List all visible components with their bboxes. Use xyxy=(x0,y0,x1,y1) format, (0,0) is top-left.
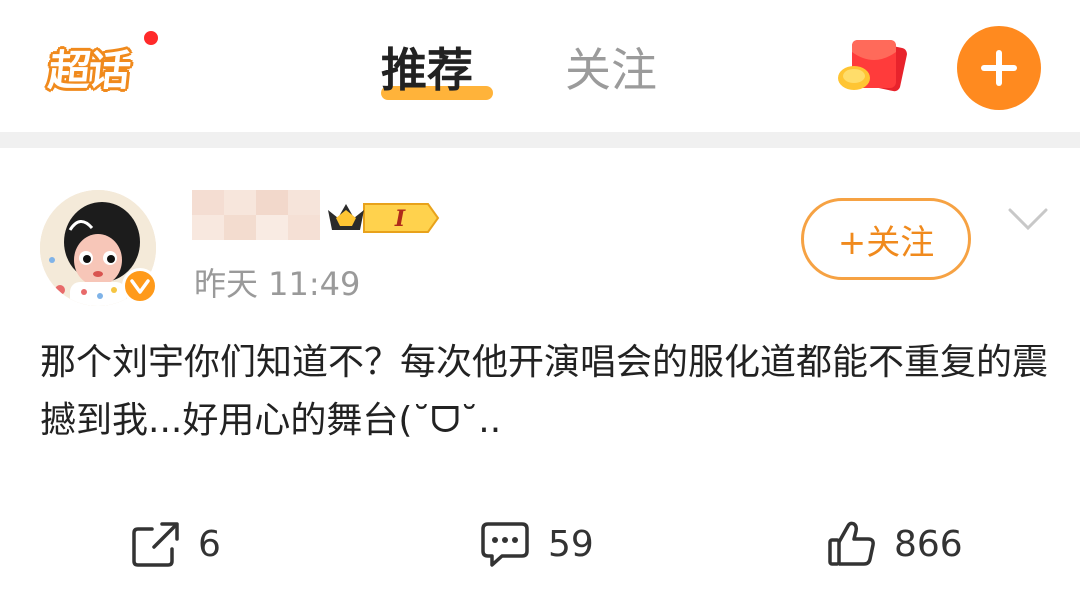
supertopic-logo[interactable]: 超话 xyxy=(36,38,142,96)
comment-icon xyxy=(480,520,530,568)
section-divider xyxy=(0,132,1080,148)
comment-button[interactable]: 59 xyxy=(480,512,594,576)
post-time: 昨天 11:49 xyxy=(194,265,361,303)
top-bar: 超话 推荐 关注 xyxy=(0,0,1080,132)
red-envelope-icon[interactable] xyxy=(836,38,908,100)
like-count: 866 xyxy=(894,523,963,565)
tab-follow[interactable]: 关注 xyxy=(565,40,673,100)
tab-recommend[interactable]: 推荐 xyxy=(381,40,493,100)
comment-count: 59 xyxy=(548,523,594,565)
thumbs-up-icon xyxy=(828,520,876,568)
rank-badge-text: I xyxy=(394,206,406,232)
chevron-down-icon[interactable] xyxy=(1006,206,1050,232)
username-redacted[interactable] xyxy=(192,190,320,240)
logo-text: 超话 xyxy=(46,45,132,95)
compose-plus-button[interactable] xyxy=(957,26,1041,110)
rank-level-badge: I xyxy=(324,198,440,238)
repost-count: 6 xyxy=(198,523,221,565)
like-button[interactable]: 866 xyxy=(828,512,963,576)
notification-dot xyxy=(141,28,161,48)
repost-icon xyxy=(132,521,180,567)
repost-button[interactable]: 6 xyxy=(132,512,221,576)
verified-badge-icon xyxy=(122,268,158,304)
action-bar: 6 59 866 xyxy=(0,512,1080,576)
post-text[interactable]: 那个刘宇你们知道不？每次他开演唱会的服化道都能不重复的震撼到我...好用心的舞台… xyxy=(40,334,1050,450)
follow-button[interactable]: +关注 xyxy=(801,198,971,280)
weibo-supertopic-page: 超话 推荐 关注 I 昨天 11:49 +关注 那个刘宇你们知道不？每次他开演唱… xyxy=(0,0,1080,607)
